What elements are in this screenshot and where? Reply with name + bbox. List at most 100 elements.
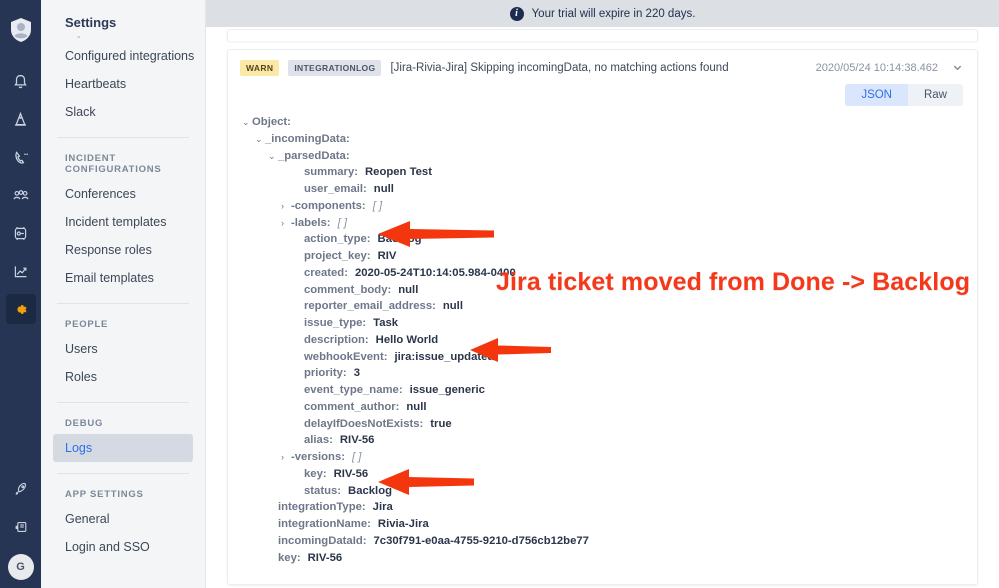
json-tree-row: issue_type: Task — [242, 315, 963, 332]
json-key: status: — [304, 484, 342, 497]
sidebar-item-slack[interactable]: Slack — [53, 98, 193, 126]
view-mode-raw[interactable]: Raw — [907, 84, 963, 106]
json-key: user_email: — [304, 183, 367, 195]
json-key: integrationName: — [278, 518, 371, 530]
sidebar-item-configured-integrations[interactable]: Configured integrations — [53, 42, 194, 70]
app-logo[interactable] — [9, 17, 33, 48]
services-icon[interactable] — [6, 218, 36, 248]
chevron-down-icon[interactable]: ⌄ — [255, 131, 265, 148]
json-tree-row[interactable]: ⌄ _parsedData: — [242, 148, 963, 165]
json-tree-row: comment_author: null — [242, 399, 963, 416]
sidebar-item-general[interactable]: General — [53, 505, 193, 533]
chevron-down-icon[interactable]: ⌄ — [242, 114, 252, 131]
arrow-status — [378, 469, 474, 495]
json-value: 7c30f791-e0aa-4755-9210-d756cb12be77 — [373, 534, 589, 547]
json-key: comment_body: — [304, 283, 392, 296]
view-mode-json[interactable]: JSON — [845, 84, 908, 106]
sidebar-item-email-templates[interactable]: Email templates — [53, 264, 193, 292]
chevron-right-icon[interactable]: › — [281, 449, 291, 466]
chevron-right-icon[interactable]: › — [281, 198, 291, 215]
on-call-phone-icon[interactable] — [6, 142, 36, 172]
json-empty-array: [ ] — [337, 216, 347, 229]
json-tree-row: alias: RIV-56 — [242, 432, 963, 449]
log-card-previous[interactable] — [227, 29, 978, 41]
json-tree-row[interactable]: › -versions: [ ] — [242, 449, 963, 466]
json-key: priority: — [304, 367, 347, 380]
sidebar-item-roles[interactable]: Roles — [53, 363, 193, 391]
sidebar-item-heartbeats[interactable]: Heartbeats — [53, 70, 193, 98]
json-key: alias: — [304, 434, 333, 447]
json-tree-row: integrationType: Jira — [242, 499, 963, 516]
chevron-right-icon[interactable]: › — [281, 215, 291, 232]
json-key: webhookEvent: — [304, 350, 388, 363]
view-mode-toggle[interactable]: JSON Raw — [845, 84, 963, 106]
json-tree-row: project_key: RIV — [242, 248, 963, 265]
json-key: integrationType: — [278, 501, 366, 514]
json-value: null — [406, 400, 427, 413]
info-icon: i — [509, 6, 524, 21]
sidebar-item-logs[interactable]: Logs — [53, 434, 193, 462]
arrow-action-type — [378, 221, 494, 247]
json-tree-row[interactable]: ⌄ _incomingData: — [242, 131, 963, 148]
gear-icon[interactable] — [5, 294, 36, 324]
trial-banner-text: Your trial will expire in 220 days. — [531, 7, 696, 20]
trial-banner: i Your trial will expire in 220 days. — [206, 0, 999, 27]
analytics-icon[interactable] — [6, 256, 36, 286]
incident-cone-icon[interactable] — [6, 104, 36, 134]
json-value: null — [398, 283, 419, 296]
sidebar-divider — [57, 473, 189, 474]
json-tree-row[interactable]: › -labels: [ ] — [242, 215, 963, 232]
log-source-badge: INTEGRATIONLOG — [288, 60, 382, 76]
sidebar-item-login-and-sso[interactable]: Login and SSO — [53, 533, 193, 561]
sidebar-divider — [57, 303, 189, 304]
sidebar-group-incident-configurations: INCIDENT CONFIGURATIONS — [65, 153, 162, 175]
json-tree-row: summary: Reopen Test — [242, 164, 963, 181]
chevron-down-icon[interactable]: ⌄ — [268, 148, 278, 165]
json-value: Reopen Test — [365, 166, 432, 179]
json-value: true — [430, 417, 452, 430]
log-entry-header[interactable]: WARN INTEGRATIONLOG [Jira-Rivia-Jira] Sk… — [228, 50, 977, 84]
json-key: comment_author: — [304, 400, 400, 413]
teams-icon[interactable] — [6, 180, 36, 210]
json-value: Jira — [372, 501, 393, 514]
json-key: action_type: — [304, 233, 371, 246]
json-tree-row: priority: 3 — [242, 365, 963, 382]
sidebar-item-users[interactable]: Users — [53, 335, 193, 363]
json-tree-row[interactable]: ⌄ Object: — [242, 114, 963, 131]
bell-icon[interactable] — [6, 66, 36, 96]
json-value: Rivia-Jira — [377, 518, 429, 530]
json-value: null — [442, 300, 463, 313]
json-key: _incomingData: — [265, 132, 350, 145]
sidebar-item-incident-templates[interactable]: Incident templates — [53, 208, 193, 236]
annotation-note: Jira ticket moved from Done -> Backlog — [496, 268, 971, 296]
log-message: [Jira-Rivia-Jira] Skipping incomingData,… — [390, 62, 729, 74]
json-key: event_type_name: — [304, 384, 403, 396]
json-value: null — [373, 183, 394, 195]
json-tree-row: event_type_name: issue_generic — [242, 382, 963, 399]
json-tree-row: incomingDataId: 7c30f791-e0aa-4755-9210-d… — [242, 533, 963, 550]
json-value: RIV-56 — [339, 434, 375, 447]
sidebar-divider — [57, 402, 189, 403]
json-empty-array: [ ] — [352, 451, 362, 463]
page-title: Settings — [65, 15, 117, 30]
avatar[interactable]: G — [7, 554, 34, 580]
json-key: reporter_email_address: — [304, 300, 436, 313]
json-key: -components: — [291, 199, 366, 212]
json-key: created: — [304, 266, 348, 279]
json-value: RIV-56 — [307, 551, 343, 564]
logs-scroll-area[interactable]: WARN INTEGRATIONLOG [Jira-Rivia-Jira] Sk… — [206, 29, 999, 588]
chevron-down-icon[interactable] — [950, 62, 965, 75]
sidebar-item-conferences[interactable]: Conferences — [53, 180, 193, 208]
rocket-icon[interactable] — [6, 474, 36, 504]
docs-icon[interactable] — [6, 512, 36, 542]
rail-bottom-group: G — [0, 470, 41, 580]
json-key: key: — [278, 551, 301, 564]
json-tree-row[interactable]: › -components: [ ] — [242, 198, 963, 215]
json-tree[interactable]: ⌄ Object: ⌄ _incomingData: ⌄ _parsedData: summ… — [228, 106, 977, 584]
log-timestamp: 2020/05/24 10:14:38.462 — [815, 62, 938, 74]
settings-sidebar: Settings - Configured integrations Heart… — [41, 0, 206, 588]
json-value: RIV — [377, 250, 397, 262]
sidebar-top-items: Configured integrations Heartbeats Slack — [53, 42, 194, 126]
json-key: issue_type: — [304, 317, 367, 329]
sidebar-item-response-roles[interactable]: Response roles — [53, 236, 193, 264]
